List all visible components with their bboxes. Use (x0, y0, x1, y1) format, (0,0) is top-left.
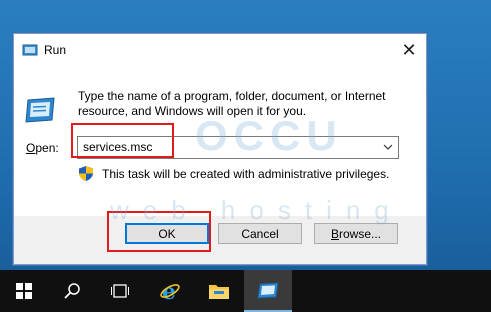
watermark-logo: OCCU (195, 112, 343, 159)
file-explorer-button[interactable] (195, 270, 243, 312)
run-taskbar-button[interactable] (244, 270, 292, 312)
folder-icon (209, 285, 229, 299)
chevron-down-icon[interactable] (380, 139, 396, 155)
start-button[interactable] (0, 270, 48, 312)
watermark-subtitle: web hosting (110, 195, 403, 225)
internet-explorer-icon: e (160, 280, 180, 302)
windows-logo-icon (16, 283, 32, 299)
taskbar: e (0, 270, 491, 312)
browse-button[interactable]: Browse... (314, 223, 398, 244)
search-icon (64, 283, 80, 299)
close-button[interactable]: ✕ (392, 34, 426, 66)
cancel-button[interactable]: Cancel (218, 223, 302, 244)
open-label: Open: (26, 141, 59, 155)
run-icon (257, 282, 279, 299)
task-view-button[interactable] (96, 270, 144, 312)
task-view-icon (111, 284, 129, 298)
run-icon (22, 44, 38, 56)
title-bar[interactable]: Run ✕ (14, 34, 426, 66)
dialog-title: Run (44, 43, 67, 57)
open-field-highlight (71, 123, 174, 158)
search-button[interactable] (48, 270, 96, 312)
internet-explorer-button[interactable]: e (146, 270, 194, 312)
admin-shield-icon (79, 166, 93, 181)
close-icon: ✕ (401, 39, 417, 60)
run-program-icon (25, 97, 55, 123)
admin-privileges-note: This task will be created with administr… (102, 167, 390, 181)
